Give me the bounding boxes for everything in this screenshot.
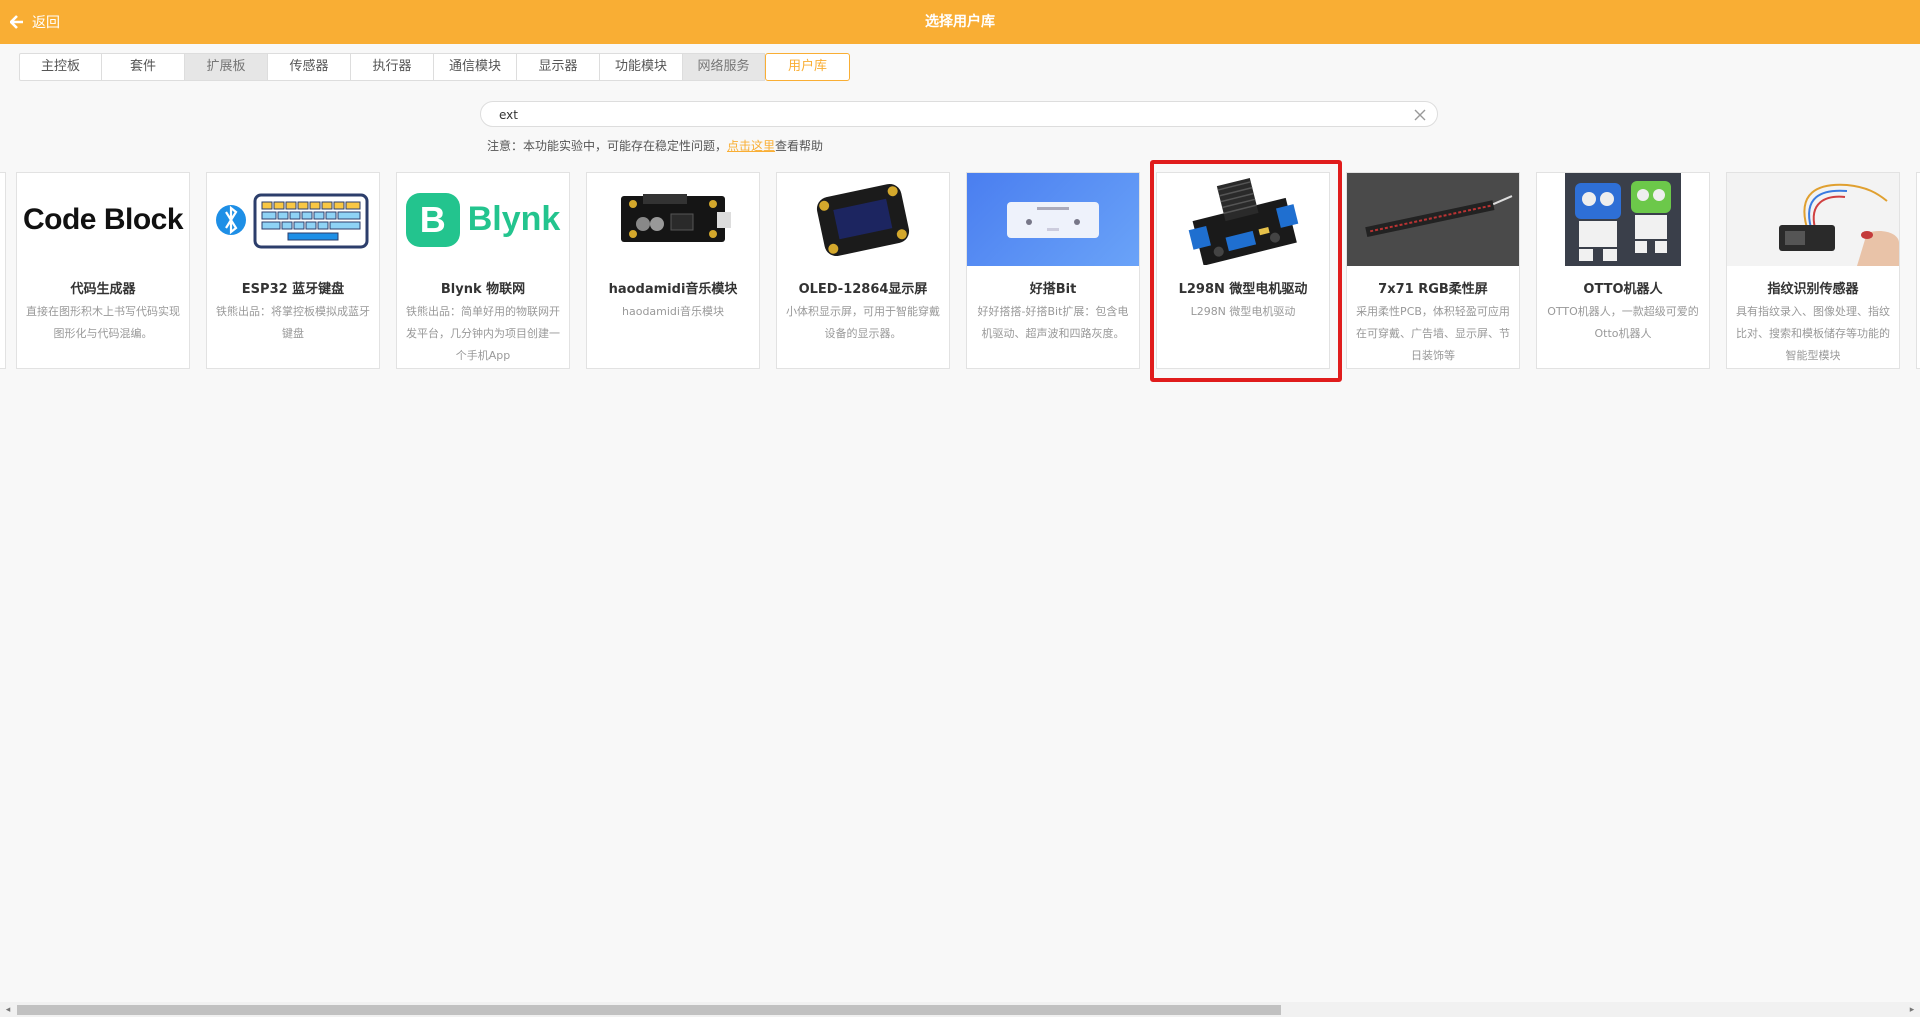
card-description: 铁熊出品：将掌控板模拟成蓝牙键盘 bbox=[216, 305, 370, 340]
card-image bbox=[207, 173, 379, 266]
tab-main-board[interactable]: 主控板 bbox=[19, 53, 102, 81]
music-module-image bbox=[621, 193, 731, 242]
card-description: OTTO机器人，一款超级可爱的Otto机器人 bbox=[1547, 305, 1699, 340]
card-description: 直接在图形积木上书写代码实现图形化与代码混编。 bbox=[26, 305, 180, 340]
tab-sensors[interactable]: 传感器 bbox=[268, 53, 351, 81]
library-card-list: Code Block 代码生成器 直接在图形积木上书写代码实现图形化与代码混编。… bbox=[0, 172, 1920, 372]
card-name: 指纹识别传感器 bbox=[1767, 282, 1859, 297]
fingerprint-sensor-image bbox=[1779, 183, 1899, 266]
card-name: 好搭Bit bbox=[1029, 282, 1077, 297]
expansion-board-image bbox=[1007, 201, 1099, 238]
notice-suffix: 查看帮助 bbox=[775, 139, 824, 153]
library-card-blynk[interactable]: B Blynk Blynk 物联网 铁熊出品：简单好用的物联网开发平台，几分钟内… bbox=[396, 172, 570, 369]
card-image bbox=[1157, 173, 1329, 266]
top-bar: 返回 选择用户库 bbox=[0, 0, 1920, 44]
bluetooth-keyboard-icon bbox=[216, 193, 369, 248]
arrow-left-icon bbox=[10, 15, 23, 29]
tab-displays[interactable]: 显示器 bbox=[517, 53, 600, 81]
page-title: 选择用户库 bbox=[925, 14, 995, 30]
card-image bbox=[777, 173, 949, 266]
stability-notice: 注意：本功能实验中，可能存在稳定性问题，点击这里查看帮助 bbox=[487, 137, 823, 154]
tab-communication[interactable]: 通信模块 bbox=[434, 53, 517, 81]
notice-text: 注意：本功能实验中，可能存在稳定性问题， bbox=[487, 139, 728, 153]
card-name: 代码生成器 bbox=[70, 282, 136, 297]
card-image bbox=[1537, 173, 1709, 266]
card-description: L298N 微型电机驱动 bbox=[1190, 305, 1296, 318]
library-card-l298n[interactable]: L298N 微型电机驱动 L298N 微型电机驱动 bbox=[1156, 172, 1330, 369]
back-label: 返回 bbox=[32, 15, 60, 31]
blynk-logo: B Blynk bbox=[405, 192, 561, 247]
horizontal-scrollbar[interactable]: ◂ ▸ bbox=[0, 1002, 1920, 1017]
card-name: L298N 微型电机驱动 bbox=[1178, 282, 1308, 297]
category-tabs: 主控板 套件 扩展板 传感器 执行器 通信模块 显示器 功能模块 网络服务 用户… bbox=[19, 53, 850, 81]
tab-expansion-board[interactable]: 扩展板 bbox=[185, 53, 268, 81]
tab-kits[interactable]: 套件 bbox=[102, 53, 185, 81]
card-image bbox=[1727, 173, 1899, 266]
card-description: 好好搭搭-好搭Bit扩展：包含电机驱动、超声波和四路灰度。 bbox=[977, 305, 1129, 340]
card-name: OTTO机器人 bbox=[1583, 282, 1663, 297]
card-image: B Blynk bbox=[397, 173, 569, 266]
oled-display-image bbox=[816, 183, 910, 256]
back-button[interactable]: 返回 bbox=[10, 0, 60, 44]
card-name: 7x71 RGB柔性屏 bbox=[1378, 282, 1488, 297]
tab-user-library[interactable]: 用户库 bbox=[765, 53, 850, 81]
library-card-esp32-keyboard[interactable]: ESP32 蓝牙键盘 铁熊出品：将掌控板模拟成蓝牙键盘 bbox=[206, 172, 380, 369]
library-card-haodamidi[interactable]: haodamidi音乐模块 haodamidi音乐模块 bbox=[586, 172, 760, 369]
search-box bbox=[480, 101, 1438, 127]
search-input[interactable] bbox=[497, 105, 1381, 125]
card-image bbox=[587, 173, 759, 266]
card-name: OLED-12864显示屏 bbox=[798, 282, 928, 297]
card-name: Blynk 物联网 bbox=[440, 282, 526, 297]
scroll-left-arrow-icon[interactable]: ◂ bbox=[3, 1005, 13, 1015]
flex-screen-image bbox=[1365, 195, 1513, 238]
scrollbar-thumb[interactable] bbox=[17, 1005, 1281, 1015]
card-name: ESP32 蓝牙键盘 bbox=[241, 282, 345, 297]
card-description: 具有指纹录入、图像处理、指纹比对、搜索和模板储存等功能的智能型模块 bbox=[1736, 305, 1890, 362]
motor-driver-image bbox=[1188, 177, 1299, 265]
library-card-haodabit[interactable]: 好搭Bit 好好搭搭-好搭Bit扩展：包含电机驱动、超声波和四路灰度。 bbox=[966, 172, 1140, 369]
card-image bbox=[967, 173, 1139, 266]
tab-function-modules[interactable]: 功能模块 bbox=[600, 53, 683, 81]
help-link[interactable]: 点击这里 bbox=[727, 139, 775, 153]
card-image bbox=[1347, 173, 1519, 266]
library-card-rgb-flex-screen[interactable]: 7x71 RGB柔性屏 采用柔性PCB，体积轻盈可应用在可穿戴、广告墙、显示屏、… bbox=[1346, 172, 1520, 369]
card-description: haodamidi音乐模块 bbox=[622, 305, 724, 318]
blynk-logo-text: Blynk bbox=[467, 200, 561, 238]
library-card-partial[interactable] bbox=[0, 172, 6, 369]
scroll-right-arrow-icon[interactable]: ▸ bbox=[1907, 1005, 1917, 1015]
tab-network-services[interactable]: 网络服务 bbox=[683, 53, 765, 81]
library-card-otto-robot[interactable]: OTTO机器人 OTTO机器人，一款超级可爱的Otto机器人 bbox=[1536, 172, 1710, 369]
otto-robot-image bbox=[1565, 173, 1681, 266]
code-block-logo: Code Block bbox=[22, 202, 184, 236]
library-card-oled[interactable]: OLED-12864显示屏 小体积显示屏，可用于智能穿戴设备的显示器。 bbox=[776, 172, 950, 369]
library-card-code-block[interactable]: Code Block 代码生成器 直接在图形积木上书写代码实现图形化与代码混编。 bbox=[16, 172, 190, 369]
card-description: 采用柔性PCB，体积轻盈可应用在可穿戴、广告墙、显示屏、节日装饰等 bbox=[1356, 305, 1510, 362]
card-image: Code Block bbox=[17, 173, 189, 266]
close-icon[interactable] bbox=[1413, 108, 1427, 122]
tab-actuators[interactable]: 执行器 bbox=[351, 53, 434, 81]
card-description: 铁熊出品：简单好用的物联网开发平台，几分钟内为项目创建一个手机App bbox=[406, 305, 560, 362]
library-card-partial[interactable] bbox=[1916, 172, 1920, 369]
blynk-logo-mark: B bbox=[405, 192, 460, 247]
card-description: 小体积显示屏，可用于智能穿戴设备的显示器。 bbox=[786, 305, 940, 340]
library-card-fingerprint-sensor[interactable]: 指纹识别传感器 具有指纹录入、图像处理、指纹比对、搜索和模板储存等功能的智能型模… bbox=[1726, 172, 1900, 369]
card-name: haodamidi音乐模块 bbox=[608, 282, 738, 297]
